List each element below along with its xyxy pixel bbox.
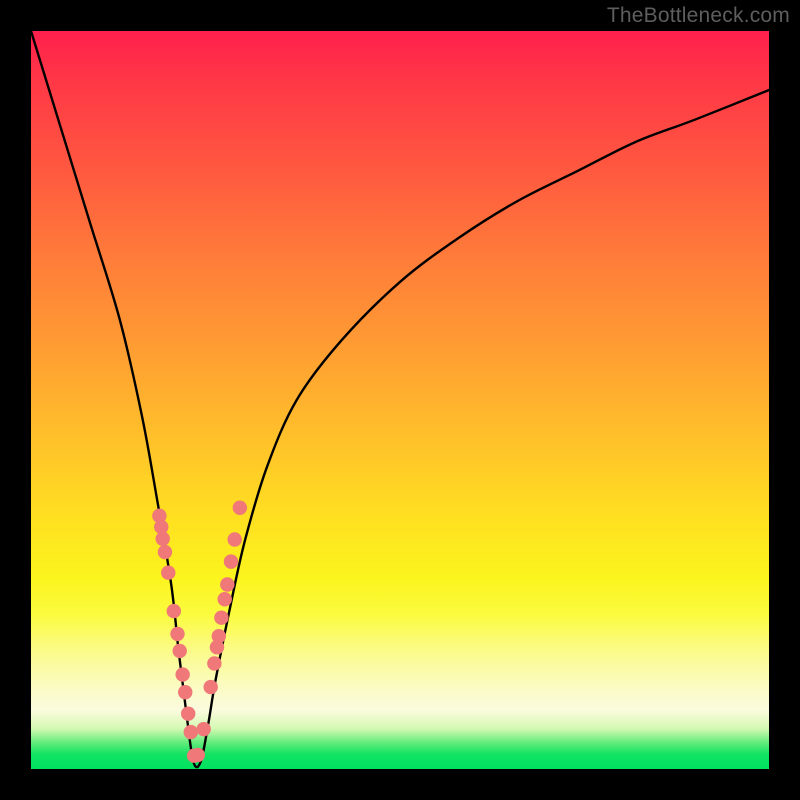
sample-dot — [214, 611, 228, 625]
gradient-plot-area — [31, 31, 769, 769]
sample-dot — [181, 706, 195, 720]
sample-dot — [220, 577, 234, 591]
sample-dot — [158, 545, 172, 559]
sample-dot — [196, 722, 210, 736]
sample-dot — [233, 501, 247, 515]
sample-dot — [167, 604, 181, 618]
sample-dot — [227, 532, 241, 546]
sample-dot — [212, 629, 226, 643]
sample-dot — [207, 656, 221, 670]
watermark-text: TheBottleneck.com — [607, 4, 790, 28]
sample-dot — [178, 685, 192, 699]
sample-dot — [218, 592, 232, 606]
sample-dot — [184, 725, 198, 739]
bottleneck-curve-svg — [31, 31, 769, 769]
sample-dot — [173, 644, 187, 658]
sample-dot — [204, 680, 218, 694]
sample-dot — [224, 554, 238, 568]
sample-dots — [152, 501, 247, 763]
sample-dot — [191, 748, 205, 762]
sample-dot — [175, 667, 189, 681]
sample-dot — [170, 627, 184, 641]
sample-dot — [161, 565, 175, 579]
outer-black-frame: TheBottleneck.com — [0, 0, 800, 800]
sample-dot — [156, 532, 170, 546]
bottleneck-curve-line — [31, 31, 769, 767]
